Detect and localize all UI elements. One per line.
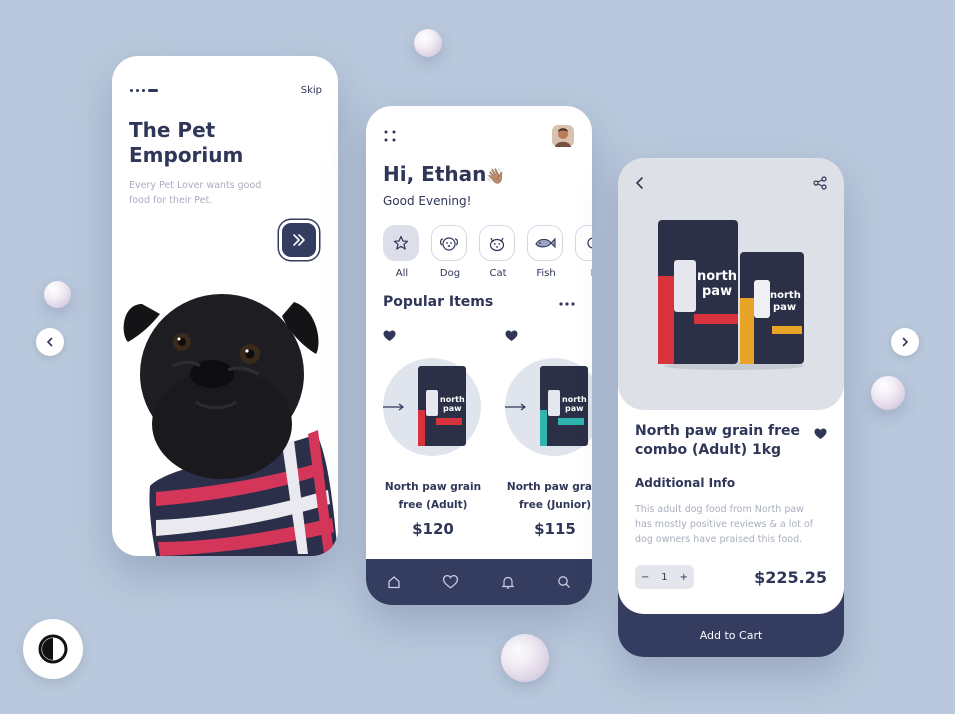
product-image: north paw north paw: [658, 220, 804, 370]
greeting-subtitle: Good Evening!: [383, 194, 472, 208]
category-label: All: [395, 268, 409, 279]
qty-increment-button[interactable]: +: [680, 572, 688, 583]
search-icon[interactable]: [557, 575, 571, 589]
quantity-stepper[interactable]: − 1 +: [635, 565, 694, 589]
category-all[interactable]: All: [383, 225, 421, 279]
bird-icon: [587, 237, 592, 249]
detail-card: north paw north paw North paw grain free…: [618, 158, 844, 614]
product-name: North paw grain: [506, 481, 592, 493]
home-icon[interactable]: [387, 575, 401, 589]
svg-text:north: north: [440, 395, 465, 404]
product-price: $115: [534, 520, 576, 538]
product-name: free (Adult): [398, 499, 468, 511]
carousel-prev-button[interactable]: [36, 328, 64, 356]
double-chevron-right-icon: [293, 234, 305, 246]
svg-text:north: north: [697, 269, 737, 284]
category-fish[interactable]: Fish: [527, 225, 565, 279]
menu-dots-icon[interactable]: [383, 129, 397, 143]
svg-text:paw: paw: [702, 284, 732, 299]
theme-toggle-button[interactable]: [23, 619, 83, 679]
chevron-right-icon: [902, 337, 909, 347]
svg-text:paw: paw: [565, 404, 584, 413]
app-title: The Pet Emporium: [129, 118, 244, 167]
bottom-nav: [366, 559, 592, 605]
qty-value: 1: [661, 571, 668, 583]
product-name: free (Junior): [518, 499, 592, 511]
contrast-icon: [38, 634, 68, 664]
fish-icon: [535, 237, 556, 249]
avatar[interactable]: [552, 125, 574, 147]
product-price: $225.25: [754, 568, 827, 587]
decor-orb: [501, 634, 549, 682]
product-hero: north paw north paw: [618, 158, 844, 410]
product-description: This adult dog food from North paw has m…: [635, 504, 814, 545]
decor-orb: [871, 376, 905, 410]
heart-icon[interactable]: [814, 428, 827, 440]
category-bird[interactable]: B: [575, 225, 592, 279]
skip-button[interactable]: Skip: [301, 85, 322, 96]
svg-text:paw: paw: [773, 302, 796, 313]
dog-icon: [440, 237, 458, 251]
category-dog[interactable]: Dog: [431, 225, 469, 279]
wave-emoji: 👋🏽: [486, 167, 506, 185]
arrow-right-icon: [383, 403, 404, 411]
add-to-cart-button[interactable]: Add to Cart: [618, 614, 844, 657]
qty-decrement-button[interactable]: −: [641, 572, 649, 583]
section-title: Additional Info: [635, 476, 736, 490]
category-label: Cat: [489, 268, 507, 279]
product-name: North paw grain: [384, 481, 482, 493]
home-screen: Hi, Ethan👋🏽 Good Evening! All Dog Cat Fi…: [366, 106, 592, 605]
category-cat[interactable]: Cat: [479, 225, 517, 279]
decor-orb: [414, 29, 442, 57]
svg-text:north: north: [770, 290, 801, 301]
detail-screen: north paw north paw North paw grain free…: [618, 158, 844, 657]
section-title: Popular Items: [383, 294, 494, 310]
category-label: Dog: [439, 268, 461, 279]
heart-icon[interactable]: [505, 330, 518, 342]
product-price: $120: [412, 520, 454, 538]
pug-image: [123, 294, 338, 556]
more-dots-icon[interactable]: [559, 302, 575, 306]
arrow-right-icon: [505, 403, 526, 411]
decor-orb: [44, 281, 71, 308]
page-indicator: [130, 89, 158, 92]
svg-text:north: north: [562, 395, 587, 404]
chevron-left-icon: [46, 337, 53, 347]
greeting-text: Hi, Ethan: [383, 162, 487, 186]
cat-icon: [489, 237, 505, 252]
star-icon: [393, 235, 409, 250]
product-image: north paw: [418, 366, 466, 446]
share-icon[interactable]: [813, 176, 827, 190]
carousel-next-button[interactable]: [891, 328, 919, 356]
category-label: B: [575, 268, 592, 279]
product-image: north paw: [540, 366, 588, 446]
back-arrow-icon[interactable]: [635, 177, 645, 189]
app-subtitle: Every Pet Lover wants good food for thei…: [129, 180, 262, 206]
heart-icon[interactable]: [443, 575, 459, 589]
bell-icon[interactable]: [501, 575, 515, 590]
product-title: North paw grain free combo (Adult) 1kg: [635, 423, 801, 458]
onboarding-screen: Skip The Pet Emporium Every Pet Lover wa…: [112, 56, 338, 556]
heart-icon[interactable]: [383, 330, 396, 342]
next-button[interactable]: [279, 220, 319, 260]
category-label: Fish: [536, 268, 556, 279]
svg-text:paw: paw: [443, 404, 462, 413]
